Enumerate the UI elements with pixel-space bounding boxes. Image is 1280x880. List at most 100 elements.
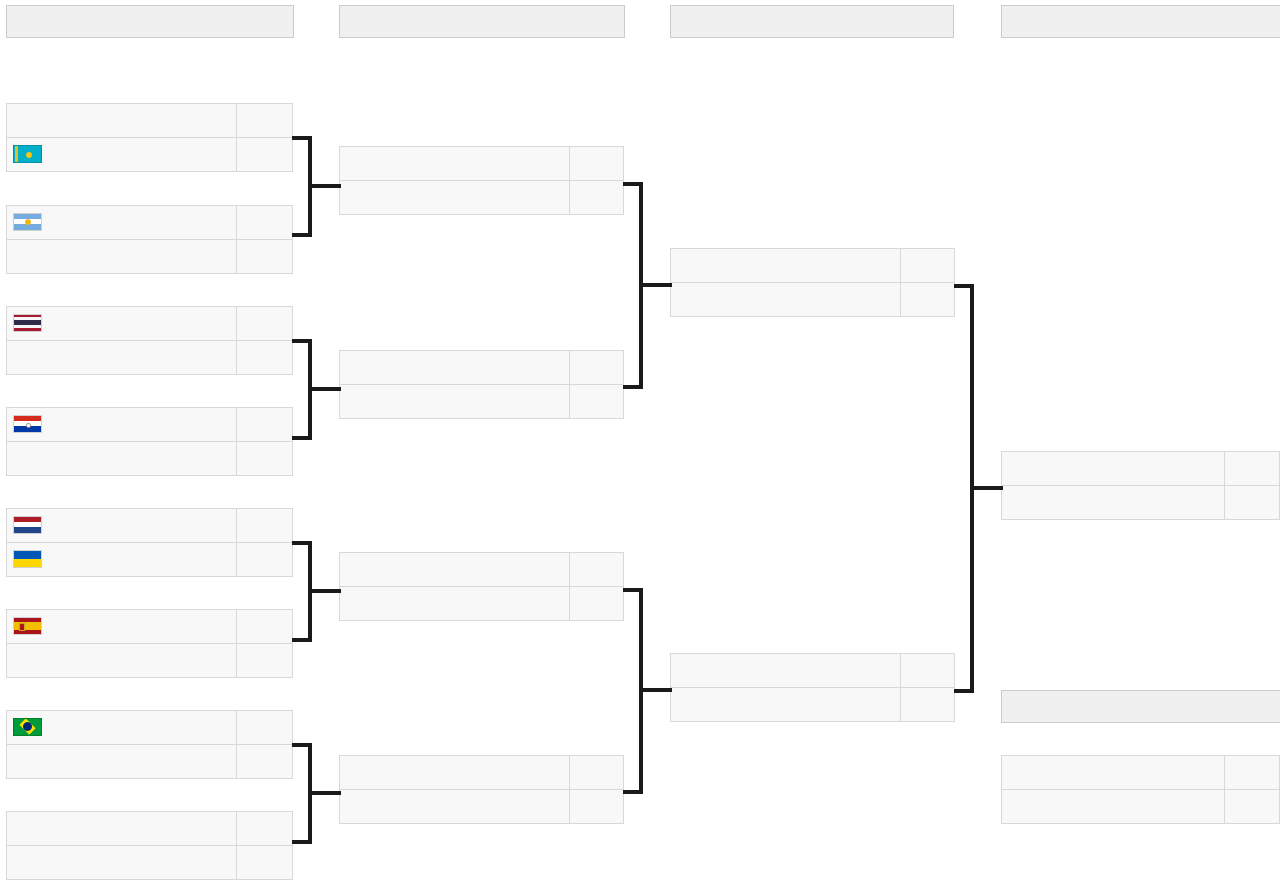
score-cell bbox=[236, 103, 293, 138]
score-cell bbox=[569, 350, 624, 385]
team-cell[interactable] bbox=[6, 407, 237, 442]
table-row bbox=[6, 643, 293, 678]
table-row bbox=[6, 744, 293, 779]
match-table bbox=[6, 609, 293, 678]
match-date-venue bbox=[670, 223, 955, 248]
table-row bbox=[6, 239, 293, 274]
score-cell bbox=[236, 441, 293, 476]
score-cell bbox=[236, 340, 293, 375]
match-sf-1 bbox=[670, 223, 955, 317]
match-table bbox=[6, 811, 293, 880]
match-date-venue bbox=[6, 180, 293, 205]
round-header-final[interactable] bbox=[1001, 5, 1280, 38]
team-cell bbox=[1001, 485, 1225, 520]
score-cell bbox=[569, 180, 624, 215]
match-sf-2 bbox=[670, 628, 955, 722]
table-row bbox=[6, 609, 293, 644]
score-cell bbox=[236, 845, 293, 880]
match-r16-4 bbox=[6, 382, 293, 476]
match-table bbox=[1001, 451, 1280, 520]
score-cell bbox=[900, 687, 955, 722]
team-cell[interactable] bbox=[6, 137, 237, 172]
team-cell bbox=[6, 643, 237, 678]
team-cell bbox=[1001, 451, 1225, 486]
match-table bbox=[339, 350, 624, 419]
team-cell bbox=[339, 789, 570, 824]
match-date-venue bbox=[339, 121, 624, 146]
score-cell bbox=[569, 552, 624, 587]
connector-horizontal bbox=[308, 387, 341, 391]
score-cell bbox=[569, 586, 624, 621]
team-cell bbox=[339, 350, 570, 385]
match-table bbox=[6, 710, 293, 779]
match-qf-1 bbox=[339, 121, 624, 215]
connector-horizontal bbox=[970, 486, 1003, 490]
score-cell bbox=[236, 744, 293, 779]
match-date-venue bbox=[339, 325, 624, 350]
team-cell bbox=[6, 744, 237, 779]
team-cell[interactable] bbox=[6, 205, 237, 240]
table-row bbox=[339, 350, 624, 385]
round-header-qf[interactable] bbox=[339, 5, 625, 38]
match-date-venue bbox=[6, 584, 293, 609]
team-cell[interactable] bbox=[6, 306, 237, 341]
team-cell bbox=[6, 845, 237, 880]
score-cell bbox=[236, 239, 293, 274]
match-date-venue bbox=[6, 382, 293, 407]
score-cell bbox=[236, 508, 293, 543]
table-row bbox=[6, 441, 293, 476]
team-cell[interactable] bbox=[6, 609, 237, 644]
connector-horizontal bbox=[308, 791, 341, 795]
team-cell bbox=[6, 239, 237, 274]
score-cell bbox=[1224, 451, 1280, 486]
team-cell bbox=[670, 653, 901, 688]
match-table bbox=[6, 407, 293, 476]
table-row bbox=[1001, 789, 1280, 824]
match-date-venue bbox=[6, 281, 293, 306]
score-cell bbox=[236, 811, 293, 846]
match-qf-2 bbox=[339, 325, 624, 419]
match-r16-6 bbox=[6, 584, 293, 678]
round-header-r16[interactable] bbox=[6, 5, 294, 38]
table-row bbox=[670, 248, 955, 283]
score-cell bbox=[236, 542, 293, 577]
table-row bbox=[6, 811, 293, 846]
match-table bbox=[670, 653, 955, 722]
team-cell bbox=[670, 282, 901, 317]
match-r16-2 bbox=[6, 180, 293, 274]
team-cell[interactable] bbox=[6, 710, 237, 745]
score-cell bbox=[900, 282, 955, 317]
tournament-bracket bbox=[0, 0, 1280, 880]
table-row bbox=[339, 146, 624, 181]
table-row bbox=[670, 653, 955, 688]
connector-horizontal bbox=[308, 184, 341, 188]
table-row bbox=[1001, 755, 1280, 790]
connector-horizontal bbox=[308, 589, 341, 593]
table-row bbox=[1001, 451, 1280, 486]
table-row bbox=[6, 103, 293, 138]
match-date-venue bbox=[339, 527, 624, 552]
connector-horizontal bbox=[639, 688, 672, 692]
match-third-1 bbox=[1001, 730, 1280, 824]
team-cell[interactable] bbox=[6, 542, 237, 577]
match-date-venue bbox=[1001, 426, 1280, 451]
table-row bbox=[6, 542, 293, 577]
team-cell bbox=[6, 103, 237, 138]
round-header-sf[interactable] bbox=[670, 5, 954, 38]
team-cell[interactable] bbox=[6, 508, 237, 543]
score-cell bbox=[236, 137, 293, 172]
table-row bbox=[339, 755, 624, 790]
score-cell bbox=[1224, 485, 1280, 520]
score-cell bbox=[236, 205, 293, 240]
table-row bbox=[6, 340, 293, 375]
table-row bbox=[6, 710, 293, 745]
score-cell bbox=[236, 609, 293, 644]
team-cell bbox=[1001, 789, 1225, 824]
round-header-third[interactable] bbox=[1001, 690, 1280, 723]
table-row bbox=[339, 552, 624, 587]
match-table bbox=[670, 248, 955, 317]
table-row bbox=[6, 137, 293, 172]
team-cell bbox=[6, 441, 237, 476]
table-row bbox=[670, 687, 955, 722]
table-row bbox=[6, 306, 293, 341]
